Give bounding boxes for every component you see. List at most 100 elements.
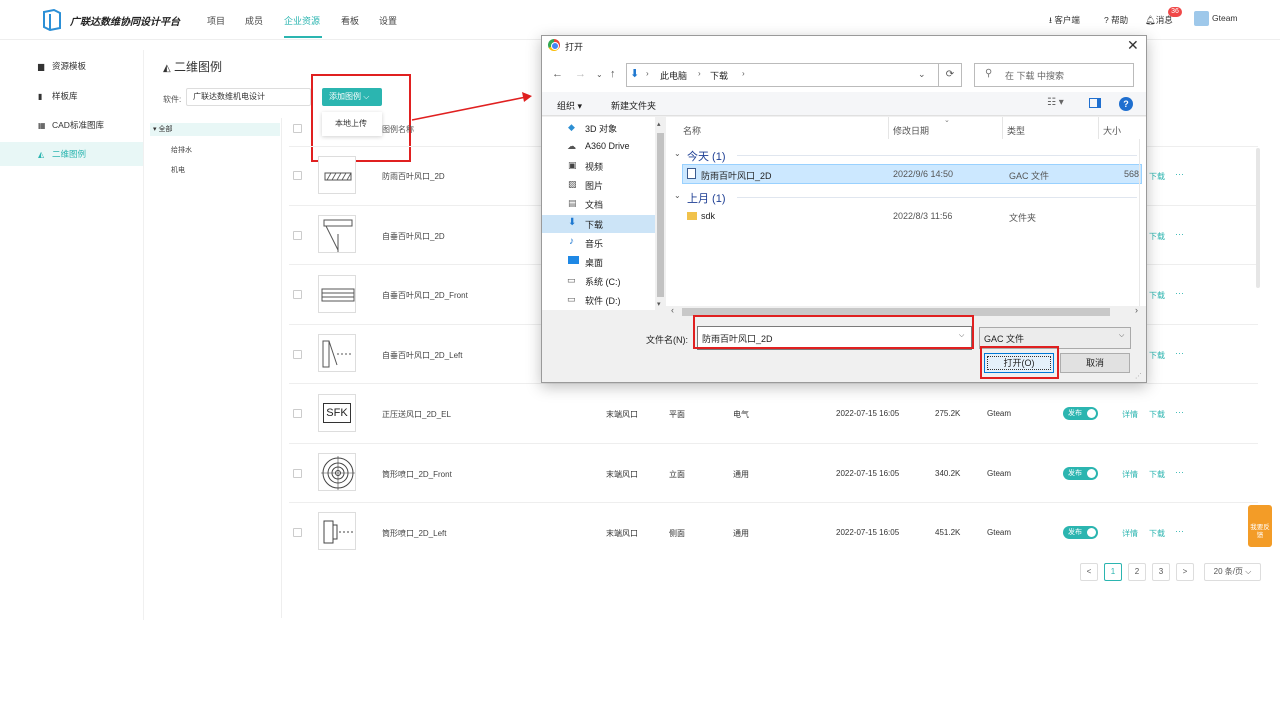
forward-arrow-icon[interactable]: → xyxy=(575,68,586,80)
detail-link[interactable]: 详情 xyxy=(1122,409,1138,420)
more-icon[interactable]: ··· xyxy=(1175,407,1184,417)
legend-name[interactable]: 正压送风口_2D_EL xyxy=(382,409,451,420)
organize-button[interactable]: 组织 ▾ xyxy=(557,99,582,112)
up-arrow-icon[interactable]: ↑ xyxy=(610,68,616,80)
group-today[interactable]: 今天 (1) xyxy=(687,148,726,164)
download-link[interactable]: 下载 xyxy=(1149,528,1165,539)
help-icon[interactable]: ? xyxy=(1119,97,1133,111)
legend-name[interactable]: 防雨百叶风口_2D xyxy=(382,171,445,182)
sidebar-item-2d-legends[interactable]: ◭ 二维图例 xyxy=(0,142,143,166)
page-1-button[interactable]: 1 xyxy=(1104,563,1122,581)
more-icon[interactable]: ··· xyxy=(1175,348,1184,358)
download-link[interactable]: 下载 xyxy=(1149,469,1165,480)
legend-name[interactable]: 自垂百叶风口_2D_Front xyxy=(382,290,468,301)
nav-documents[interactable]: 文档 xyxy=(585,198,603,211)
legend-name[interactable]: 筒形喷口_2D_Front xyxy=(382,469,452,480)
detail-link[interactable]: 详情 xyxy=(1122,528,1138,539)
row-checkbox[interactable] xyxy=(293,171,302,180)
legend-name[interactable]: 筒形喷口_2D_Left xyxy=(382,528,446,539)
more-icon[interactable]: ··· xyxy=(1175,288,1184,298)
user-name[interactable]: Gteam xyxy=(1212,13,1238,23)
publish-toggle[interactable]: 发布 xyxy=(1063,467,1098,480)
scroll-down-icon[interactable]: ▾ xyxy=(657,300,661,308)
nav-a360-drive[interactable]: A360 Drive xyxy=(585,141,630,151)
page-size-select[interactable]: 20 条/页 ⌵ xyxy=(1204,563,1261,581)
detail-link[interactable]: 详情 xyxy=(1122,469,1138,480)
scroll-right-icon[interactable]: › xyxy=(1135,305,1138,315)
close-icon[interactable]: ✕ xyxy=(1127,37,1139,54)
nav-settings[interactable]: 设置 xyxy=(379,14,397,27)
column-header-date[interactable]: 修改日期 xyxy=(893,124,929,137)
nav-projects[interactable]: 项目 xyxy=(207,14,225,27)
sidebar-item-template-library[interactable]: ▮ 样板库 xyxy=(0,84,143,108)
tree-node-mep[interactable]: 机电 xyxy=(171,165,185,175)
back-arrow-icon[interactable]: ← xyxy=(552,68,563,80)
tree-root-all[interactable]: ▾ 全部 xyxy=(150,123,280,136)
sidebar-item-resource-templates[interactable]: ▆ 资源模板 xyxy=(0,54,143,78)
client-link[interactable]: ⭳ 客户端 xyxy=(1049,14,1080,29)
download-link[interactable]: 下载 xyxy=(1149,231,1165,242)
page-2-button[interactable]: 2 xyxy=(1128,563,1146,581)
scroll-up-icon[interactable]: ▴ xyxy=(657,120,661,128)
help-link[interactable]: ? 帮助 xyxy=(1104,14,1128,26)
nav-members[interactable]: 成员 xyxy=(245,14,263,27)
more-icon[interactable]: ··· xyxy=(1175,229,1184,239)
download-link[interactable]: 下载 xyxy=(1149,409,1165,420)
nav-videos[interactable]: 视频 xyxy=(585,160,603,173)
select-all-checkbox[interactable] xyxy=(293,124,302,133)
breadcrumb-this-pc[interactable]: 此电脑 xyxy=(660,69,687,82)
nav-desktop[interactable]: 桌面 xyxy=(585,256,603,269)
nav-enterprise-resources[interactable]: 企业资源 xyxy=(284,14,320,27)
row-checkbox[interactable] xyxy=(293,528,302,537)
address-dropdown-icon[interactable]: ⌄ xyxy=(918,69,926,80)
folder-name[interactable]: sdk xyxy=(701,211,715,221)
column-header-name[interactable]: 名称 xyxy=(683,124,701,137)
download-link[interactable]: 下载 xyxy=(1149,290,1165,301)
group-collapse-icon[interactable]: ⌄ xyxy=(674,191,681,200)
new-folder-button[interactable]: 新建文件夹 xyxy=(611,99,656,112)
cancel-button[interactable]: 取消 xyxy=(1060,353,1130,373)
publish-toggle[interactable]: 发布 xyxy=(1063,407,1098,420)
refresh-icon[interactable]: ⟳ xyxy=(938,63,962,87)
view-options-icon[interactable]: ☷ ▾ xyxy=(1047,97,1064,108)
row-checkbox[interactable] xyxy=(293,290,302,299)
prev-page-button[interactable]: < xyxy=(1080,563,1098,581)
filetype-dropdown-icon[interactable]: ⌵ xyxy=(1119,332,1124,340)
breadcrumb-downloads[interactable]: 下载 xyxy=(710,69,728,82)
nav-drive-d[interactable]: 软件 (D:) xyxy=(585,294,621,307)
feedback-button[interactable]: 我要反馈 xyxy=(1248,505,1272,547)
nav-scrollbar-thumb[interactable] xyxy=(657,133,664,297)
recent-chevron-icon[interactable]: ⌄ xyxy=(596,70,603,79)
more-icon[interactable]: ··· xyxy=(1175,526,1184,536)
next-page-button[interactable]: > xyxy=(1176,563,1194,581)
group-last-month[interactable]: 上月 (1) xyxy=(687,190,726,206)
row-checkbox[interactable] xyxy=(293,350,302,359)
more-icon[interactable]: ··· xyxy=(1175,169,1184,179)
nav-pictures[interactable]: 图片 xyxy=(585,179,603,192)
sidebar-item-cad-library[interactable]: ▦ CAD标准图库 xyxy=(0,113,143,137)
page-3-button[interactable]: 3 xyxy=(1152,563,1170,581)
column-header-type[interactable]: 类型 xyxy=(1007,124,1025,137)
row-checkbox[interactable] xyxy=(293,409,302,418)
messages-link[interactable]: 🔔︎消息 xyxy=(1145,14,1173,26)
legend-name[interactable]: 自垂百叶风口_2D_Left xyxy=(382,350,462,361)
download-link[interactable]: 下载 xyxy=(1149,171,1165,182)
tree-node-water[interactable]: 给排水 xyxy=(171,145,192,155)
group-collapse-icon[interactable]: ⌄ xyxy=(674,149,681,158)
dialog-title-bar[interactable] xyxy=(542,36,1146,56)
download-link[interactable]: 下载 xyxy=(1149,350,1165,361)
preview-pane-icon[interactable] xyxy=(1089,98,1101,108)
column-header-size[interactable]: 大小 xyxy=(1103,124,1121,137)
row-checkbox[interactable] xyxy=(293,469,302,478)
publish-toggle[interactable]: 发布 xyxy=(1063,526,1098,539)
software-select[interactable]: 广联达数维机电设计 xyxy=(186,88,311,106)
row-checkbox[interactable] xyxy=(293,231,302,240)
more-icon[interactable]: ··· xyxy=(1175,467,1184,477)
legend-name[interactable]: 自垂百叶风口_2D xyxy=(382,231,445,242)
nav-3d-objects[interactable]: 3D 对象 xyxy=(585,122,617,135)
nav-drive-c[interactable]: 系统 (C:) xyxy=(585,275,621,288)
nav-dashboard[interactable]: 看板 xyxy=(341,14,359,27)
nav-downloads[interactable]: 下载 xyxy=(585,218,603,231)
scroll-left-icon[interactable]: ‹ xyxy=(671,305,674,315)
avatar[interactable] xyxy=(1194,11,1209,26)
